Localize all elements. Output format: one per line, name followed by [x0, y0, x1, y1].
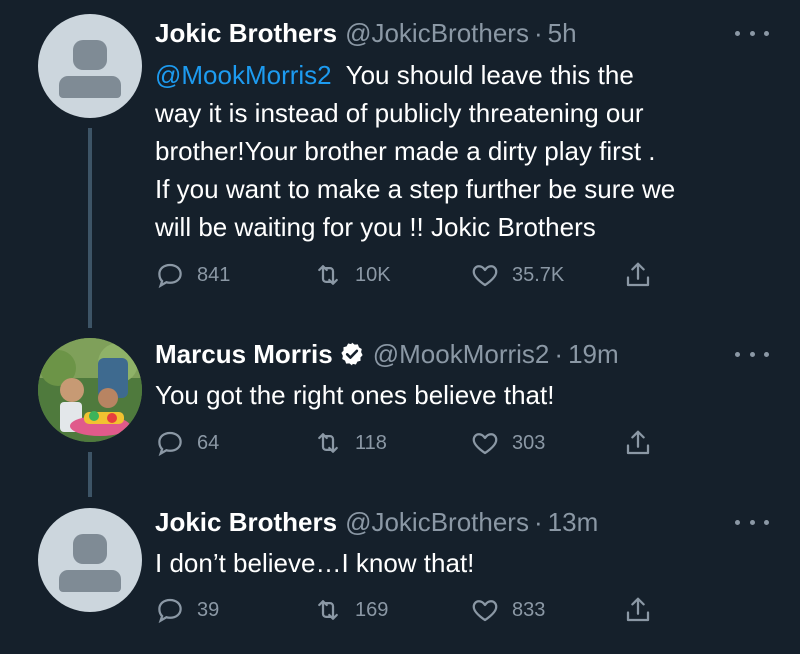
- reply-count: 841: [197, 263, 231, 286]
- tweet-actions: 39 169 833: [155, 593, 675, 627]
- tweet-text-line: If you want to make a step further be su…: [155, 174, 676, 204]
- separator: ·: [554, 338, 564, 369]
- like-icon: [472, 265, 498, 287]
- retweet-count: 118: [355, 431, 387, 454]
- tweet-text: @MookMorris2 You should leave this the w…: [155, 56, 775, 246]
- timestamp[interactable]: 5h: [548, 18, 577, 49]
- avatar-photo-image: [38, 338, 142, 442]
- share-button[interactable]: [623, 593, 653, 627]
- reply-count: 39: [197, 598, 220, 621]
- share-icon: [626, 597, 650, 622]
- tweet-actions: 64 118 303: [155, 426, 675, 460]
- retweet-button[interactable]: 169: [313, 593, 388, 627]
- like-icon: [472, 433, 498, 455]
- reply-button[interactable]: 841: [155, 258, 230, 292]
- timestamp[interactable]: 13m: [548, 507, 599, 538]
- separator: ·: [533, 17, 543, 48]
- like-button[interactable]: 833: [470, 593, 545, 627]
- retweet-button[interactable]: 10K: [313, 258, 391, 292]
- retweet-count: 169: [355, 598, 389, 621]
- display-name[interactable]: Marcus Morris: [155, 339, 333, 370]
- retweet-button[interactable]: 118: [313, 426, 387, 460]
- tweet-text-line: brother!Your brother made a dirty play f…: [155, 136, 656, 166]
- reply-icon: [158, 598, 182, 624]
- separator: ·: [533, 506, 543, 537]
- tweet[interactable]: Jokic Brothers @JokicBrothers · 13m I do…: [0, 470, 800, 654]
- share-icon: [626, 430, 650, 455]
- share-button[interactable]: [623, 258, 653, 292]
- display-name[interactable]: Jokic Brothers: [155, 18, 337, 49]
- like-count: 35.7K: [512, 263, 565, 286]
- share-button[interactable]: [623, 426, 653, 460]
- retweet-icon: [318, 433, 338, 453]
- share-icon: [626, 262, 650, 287]
- tweet[interactable]: Marcus Morris @MookMorris2 · 19m You got…: [0, 300, 800, 470]
- tweet-header: Marcus Morris @MookMorris2 · 19m: [155, 337, 619, 371]
- tweet-actions: 841 10K 35.7K: [155, 258, 675, 292]
- user-handle[interactable]: @MookMorris2: [373, 339, 550, 370]
- like-count: 303: [512, 431, 546, 454]
- tweet-text-line: way it is instead of publicly threatenin…: [155, 98, 644, 128]
- tweet-text-segment: You should leave this the: [331, 60, 634, 90]
- verified-badge-icon: [341, 342, 363, 366]
- like-icon: [472, 600, 498, 622]
- tweet-header: Jokic Brothers @JokicBrothers · 13m: [155, 505, 598, 539]
- more-icon[interactable]: [735, 515, 769, 529]
- reply-button[interactable]: 39: [155, 593, 219, 627]
- like-button[interactable]: 35.7K: [470, 258, 564, 292]
- tweet-header: Jokic Brothers @JokicBrothers · 5h: [155, 16, 577, 50]
- display-name[interactable]: Jokic Brothers: [155, 507, 337, 538]
- more-icon[interactable]: [735, 26, 769, 40]
- tweet-text-line: @MookMorris2 You should leave this the: [155, 56, 775, 94]
- tweet-thread: Jokic Brothers @JokicBrothers · 5h @Mook…: [0, 0, 800, 654]
- retweet-icon: [318, 265, 338, 285]
- retweet-count: 10K: [355, 263, 391, 286]
- like-button[interactable]: 303: [470, 426, 545, 460]
- default-avatar-icon[interactable]: [38, 508, 142, 612]
- tweet[interactable]: Jokic Brothers @JokicBrothers · 5h @Mook…: [0, 0, 800, 300]
- user-handle[interactable]: @JokicBrothers: [345, 507, 529, 538]
- mention-link[interactable]: @MookMorris2: [155, 60, 332, 90]
- default-avatar-icon[interactable]: [38, 14, 142, 118]
- reply-count: 64: [197, 431, 220, 454]
- reply-icon: [158, 431, 182, 457]
- user-handle[interactable]: @JokicBrothers: [345, 18, 529, 49]
- reply-icon: [158, 263, 182, 289]
- more-icon[interactable]: [735, 347, 769, 361]
- retweet-icon: [318, 600, 338, 620]
- reply-button[interactable]: 64: [155, 426, 219, 460]
- tweet-text-line: will be waiting for you !! Jokic Brother…: [155, 212, 596, 242]
- tweet-text: You got the right ones believe that!: [155, 380, 555, 410]
- like-count: 833: [512, 598, 546, 621]
- avatar-photo[interactable]: [38, 338, 142, 442]
- timestamp[interactable]: 19m: [568, 339, 619, 370]
- tweet-text: I don’t believe…I know that!: [155, 548, 475, 578]
